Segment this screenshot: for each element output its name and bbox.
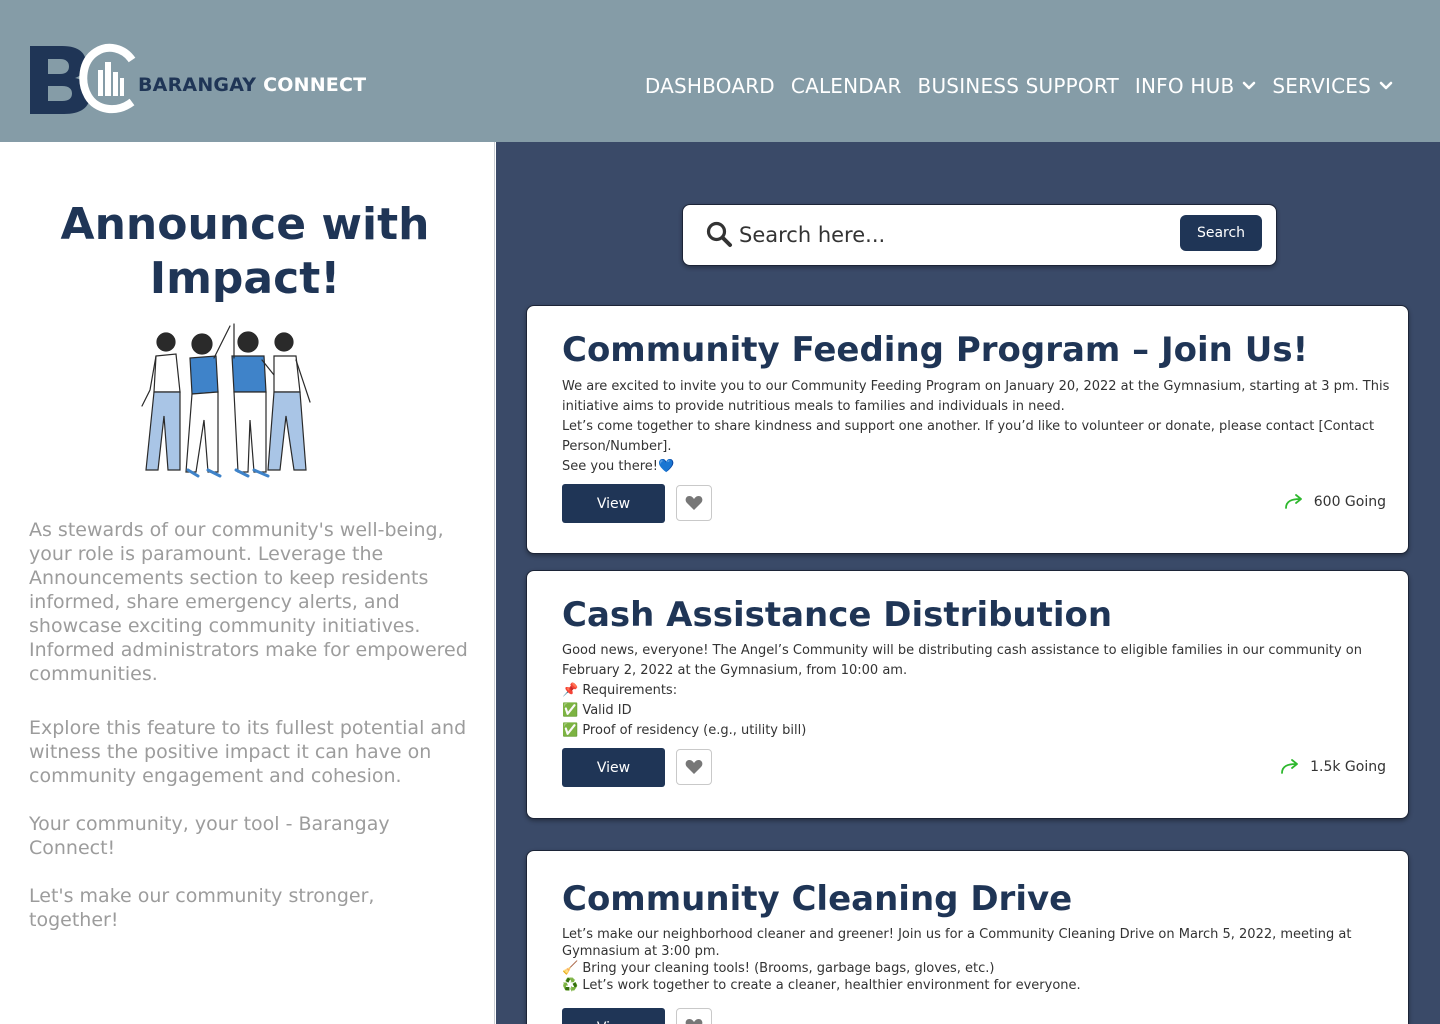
nav-services[interactable]: SERVICES [1272, 74, 1393, 98]
like-button[interactable] [676, 485, 712, 521]
announcement-line: 🧹 Bring your cleaning tools! (Brooms, ga… [562, 961, 995, 976]
intro-paragraph-4: Let's make our community stronger, toget… [29, 885, 375, 931]
intro-title-line2: Impact! [149, 253, 341, 304]
brand-logo[interactable]: BARANGAY CONNECT [28, 42, 366, 118]
view-button[interactable]: View [562, 1008, 665, 1024]
intro-title-line1: Announce with [60, 199, 430, 250]
going-count: 600 Going [1284, 494, 1386, 510]
announcement-card: Community Feeding Program – Join Us! We … [526, 305, 1409, 554]
announcement-body: Let’s make our neighborhood cleaner and … [562, 926, 1392, 994]
announcement-line: ✅ Valid ID [562, 703, 632, 718]
announcement-line: 📌 Requirements: [562, 683, 678, 698]
share-arrow-icon [1281, 759, 1299, 774]
intro-panel: Announce with Impact! As stewards of our… [0, 142, 495, 1024]
chevron-down-icon [1243, 81, 1256, 90]
search-button[interactable]: Search [1180, 215, 1262, 251]
intro-title: Announce with Impact! [20, 198, 470, 306]
nav-info-hub[interactable]: INFO HUB [1135, 74, 1256, 98]
like-button[interactable] [676, 749, 712, 785]
search-input[interactable] [739, 219, 1159, 251]
heart-icon [685, 496, 703, 510]
going-count-text: 600 Going [1313, 494, 1386, 510]
search-bar: Search [682, 204, 1277, 266]
view-button[interactable]: View [562, 748, 665, 787]
announcement-line: Good news, everyone! The Angel’s Communi… [562, 643, 1362, 678]
announcement-title: Community Feeding Program – Join Us! [562, 330, 1309, 370]
nav-info-hub-label: INFO HUB [1134, 74, 1235, 98]
nav-dashboard[interactable]: DASHBOARD [645, 74, 775, 98]
nav-dashboard-label: DASHBOARD [644, 74, 775, 98]
announcement-body: Good news, everyone! The Angel’s Communi… [562, 641, 1392, 741]
search-icon [706, 221, 732, 247]
barangay-connect-logo-icon [30, 43, 136, 114]
announcement-line: ✅ Proof of residency (e.g., utility bill… [562, 723, 807, 738]
community-high-five-illustration [141, 323, 311, 478]
top-header: BARANGAY CONNECT DASHBOARD CALENDAR BUSI… [0, 0, 1440, 142]
nav-calendar[interactable]: CALENDAR [791, 74, 902, 98]
going-count-text: 1.5k Going [1310, 759, 1386, 775]
chevron-down-icon [1379, 81, 1393, 90]
announcement-line: ♻️ Let’s work together to create a clean… [562, 978, 1081, 993]
intro-paragraph-3: Your community, your tool - Barangay Con… [29, 813, 390, 859]
heart-icon [685, 760, 703, 774]
share-arrow-icon [1284, 494, 1302, 509]
nav-business-support-label: BUSINESS SUPPORT [917, 74, 1119, 98]
announcement-title: Cash Assistance Distribution [562, 595, 1113, 635]
announcement-line: See you there!💙 [562, 459, 675, 474]
intro-paragraph-2: Explore this feature to its fullest pote… [29, 717, 467, 787]
announcement-line: We are excited to invite you to our Comm… [562, 379, 1390, 414]
announcement-card: Community Cleaning Drive Let’s make our … [526, 850, 1409, 1024]
like-button[interactable] [676, 1008, 712, 1024]
view-button[interactable]: View [562, 484, 665, 523]
announcements-panel: Search Community Feeding Program – Join … [496, 142, 1440, 1024]
brand-word-connect: CONNECT [263, 74, 367, 96]
intro-paragraph-1: As stewards of our community's well-bein… [29, 519, 468, 685]
announcement-line: Let’s make our neighborhood cleaner and … [562, 927, 1352, 959]
announcement-card: Cash Assistance Distribution Good news, … [526, 570, 1409, 819]
announcement-line: Let’s come together to share kindness an… [562, 419, 1375, 454]
announcement-body: We are excited to invite you to our Comm… [562, 377, 1392, 477]
brand-name: BARANGAY CONNECT [138, 74, 366, 96]
brand-word-barangay: BARANGAY [138, 74, 257, 96]
main-nav: DASHBOARD CALENDAR BUSINESS SUPPORT INFO… [629, 74, 1393, 98]
going-count: 1.5k Going [1280, 759, 1386, 775]
nav-services-label: SERVICES [1272, 74, 1371, 98]
nav-business-support[interactable]: BUSINESS SUPPORT [918, 74, 1119, 98]
heart-icon [685, 1019, 703, 1024]
announcement-title: Community Cleaning Drive [562, 879, 1073, 919]
nav-calendar-label: CALENDAR [790, 74, 902, 98]
